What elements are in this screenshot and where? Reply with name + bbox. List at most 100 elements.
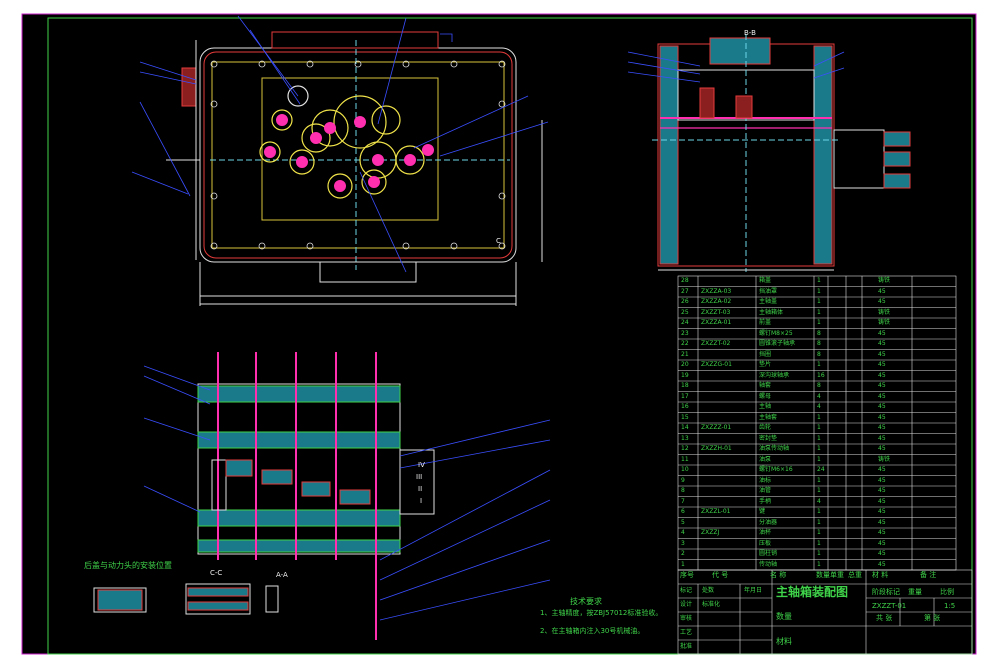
parts-header-cell: 序号 <box>680 571 694 579</box>
parts-cell-name: 传动轴 <box>759 560 778 568</box>
parts-cell-code: ZXZZJ <box>701 529 720 536</box>
shaft-label-1: I <box>420 497 423 505</box>
parts-cell-qty: 8 <box>817 382 821 389</box>
parts-cell-qty: 24 <box>817 466 825 473</box>
parts-cell-code: ZXZZT-02 <box>701 340 731 347</box>
parts-cell-name: 圆锥滚子轴承 <box>759 340 796 347</box>
parts-cell-no: 5 <box>681 518 685 526</box>
parts-cell-mat: 45 <box>878 466 886 473</box>
parts-cell-qty: 4 <box>817 497 821 505</box>
parts-cell-qty: 1 <box>817 550 821 557</box>
drawing-page: B-B C-C A-A C IV III II I 后盖与动力头的安装位置 技术… <box>0 0 1000 666</box>
parts-header-cell: 数量 <box>816 571 830 579</box>
parts-cell-code: ZXZZT-03 <box>701 308 731 316</box>
parts-cell-qty: 4 <box>817 392 821 400</box>
shaft-center <box>354 116 366 128</box>
tb-design: 设计 <box>680 601 693 608</box>
parts-cell-mat: 45 <box>878 560 886 568</box>
parts-header-cell: 名 称 <box>770 571 787 579</box>
parts-cell-no: 21 <box>681 350 689 358</box>
section-bb-label: B-B <box>744 29 756 37</box>
parts-cell-no: 8 <box>681 487 685 494</box>
parts-cell-name: 主轴套 <box>759 413 778 421</box>
parts-cell-name: 密封垫 <box>759 434 778 442</box>
parts-cell-mat: 45 <box>878 413 886 421</box>
parts-cell-mat: 45 <box>878 508 886 515</box>
parts-cell-code: ZXZZA-02 <box>701 298 732 305</box>
parts-cell-name: 主轴 <box>759 403 772 410</box>
drawing-scale: 1:5 <box>944 602 956 610</box>
parts-cell-no: 15 <box>681 413 689 421</box>
parts-cell-mat: 45 <box>878 371 886 379</box>
weight-label: 重量 <box>908 588 922 596</box>
detail-views <box>93 583 279 615</box>
parts-cell-no: 10 <box>681 466 689 473</box>
parts-cell-name: 主轴盖 <box>759 298 778 305</box>
tb-mark: 标记 <box>680 587 693 594</box>
shaft-label-2: II <box>418 485 423 493</box>
side-view <box>627 34 911 272</box>
parts-cell-mat: 45 <box>878 298 886 305</box>
shaft-label-3: III <box>416 473 423 481</box>
parts-cell-qty: 1 <box>817 508 821 515</box>
parts-cell-mat: 45 <box>878 287 886 295</box>
parts-cell-name: 分油器 <box>759 518 778 526</box>
ratio-label: 比例 <box>940 588 954 596</box>
parts-cell-name: 主轴箱体 <box>759 308 784 316</box>
parts-cell-no: 9 <box>681 476 685 484</box>
notes-line-1: 1、主轴精度，按ZBJ57012标准验收。 <box>540 609 663 617</box>
parts-cell-mat: 45 <box>878 361 886 368</box>
parts-header-cell: 代 号 <box>712 571 729 579</box>
parts-cell-no: 20 <box>681 361 689 368</box>
tb-date: 年月日 <box>744 587 763 594</box>
parts-cell-name: 前盖 <box>759 319 772 326</box>
shaft-center <box>334 180 346 192</box>
parts-cell-no: 3 <box>681 539 685 547</box>
parts-cell-mat: 45 <box>878 350 886 358</box>
parts-cell-name: 油管 <box>759 487 772 494</box>
parts-cell-mat: 45 <box>878 539 886 547</box>
parts-cell-mat: 45 <box>878 424 886 431</box>
parts-header-cell: 总重 <box>848 571 862 579</box>
parts-cell-mat: 铸铁 <box>878 319 891 326</box>
shaft-center <box>368 176 380 188</box>
notes-heading: 技术要求 <box>570 597 602 606</box>
parts-cell-name: 油标 <box>759 476 772 484</box>
parts-cell-name: 手柄 <box>759 497 772 505</box>
drawing-number: ZXZZT-01 <box>872 602 907 610</box>
parts-cell-name: 挡油罩 <box>759 287 778 295</box>
stage-mark-label: 阶段标记 <box>872 588 900 596</box>
shaft-center <box>372 154 384 166</box>
parts-cell-mat: 45 <box>878 487 886 494</box>
parts-cell-qty: 1 <box>817 298 821 305</box>
sheet-total: 共 张 <box>876 614 893 622</box>
parts-cell-name: 压板 <box>759 539 772 547</box>
parts-cell-mat: 45 <box>878 550 886 557</box>
shaft-center <box>296 156 308 168</box>
parts-cell-no: 28 <box>681 277 689 284</box>
parts-cell-mat: 45 <box>878 340 886 347</box>
parts-cell-no: 17 <box>681 392 689 400</box>
tb-process: 工艺 <box>680 629 693 636</box>
inner-frame <box>47 17 973 655</box>
parts-cell-name: 螺钉M8×25 <box>759 329 793 337</box>
section-aa-label: A-A <box>276 571 288 579</box>
drawing-title: 主轴箱装配图 <box>776 585 849 599</box>
parts-cell-name: 螺钉M6×16 <box>759 466 793 473</box>
parts-cell-qty: 1 <box>817 539 821 547</box>
shaft-center <box>276 114 288 126</box>
box-outline <box>199 47 517 263</box>
parts-cell-qty: 1 <box>817 455 821 463</box>
parts-cell-no: 14 <box>681 424 689 431</box>
tb-approve: 批准 <box>680 643 693 650</box>
parts-cell-no: 19 <box>681 371 689 379</box>
shaft-center <box>404 154 416 166</box>
parts-header-cell: 单重 <box>830 571 844 579</box>
parts-cell-name: 箱盖 <box>759 277 772 284</box>
parts-cell-no: 16 <box>681 403 689 410</box>
parts-cell-qty: 4 <box>817 403 821 410</box>
section-c-mark: C <box>496 237 501 245</box>
parts-cell-mat: 铸铁 <box>878 277 891 284</box>
parts-cell-name: 挡圈 <box>759 350 772 358</box>
parts-cell-qty: 1 <box>817 413 821 421</box>
